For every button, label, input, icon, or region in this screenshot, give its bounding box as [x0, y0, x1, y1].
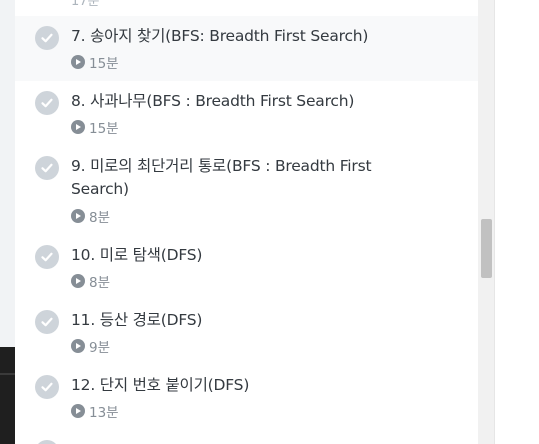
- lesson-duration: 15분: [89, 121, 119, 137]
- lesson-duration: 8분: [89, 210, 111, 226]
- lesson-meta: 9분: [71, 337, 111, 356]
- check-circle-icon: [35, 156, 59, 180]
- lesson-title: 8. 사과나무(BFS : Breadth First Search): [71, 92, 355, 110]
- lesson-meta: 15분: [71, 53, 119, 72]
- lesson-title: 7. 송아지 찾기(BFS: Breadth First Search): [71, 27, 369, 45]
- play-circle-icon: [71, 209, 85, 223]
- lesson-meta: 8분: [71, 207, 111, 226]
- lesson-duration: 8분: [89, 275, 111, 291]
- lesson-item-10[interactable]: 10. 미로 탐색(DFS) 8분: [15, 235, 478, 300]
- lesson-title: 9. 미로의 최단거리 통로(BFS : Breadth First Searc…: [71, 157, 372, 198]
- lesson-title: 11. 등산 경로(DFS): [71, 311, 203, 329]
- video-player-edge: [0, 347, 15, 444]
- check-circle-icon: [35, 440, 59, 444]
- lesson-meta: 8분: [71, 272, 111, 291]
- lesson-item-9[interactable]: 9. 미로의 최단거리 통로(BFS : Breadth First Searc…: [15, 146, 478, 235]
- lesson-title: 12. 단지 번호 붙이기(DFS): [71, 376, 250, 394]
- curriculum-list: 17분 7. 송아지 찾기(BFS: Breadth First Search)…: [15, 0, 478, 444]
- check-circle-icon: [35, 310, 59, 334]
- lesson-item-next-partial[interactable]: [15, 430, 478, 444]
- play-circle-icon: [71, 274, 85, 288]
- right-pane: [494, 0, 539, 444]
- lesson-item-7[interactable]: 7. 송아지 찾기(BFS: Breadth First Search) 15분: [15, 16, 478, 81]
- lesson-meta: 13분: [71, 402, 119, 421]
- scrollbar-thumb[interactable]: [481, 219, 492, 278]
- play-circle-icon: [71, 404, 85, 418]
- lesson-duration: 9분: [89, 340, 111, 356]
- previous-duration-label: 17분: [71, 0, 100, 9]
- lesson-meta: 15분: [71, 118, 119, 137]
- lesson-duration: 15분: [89, 56, 119, 72]
- play-circle-icon: [71, 339, 85, 353]
- check-circle-icon: [35, 245, 59, 269]
- check-circle-icon: [35, 26, 59, 50]
- lesson-item-12[interactable]: 12. 단지 번호 붙이기(DFS) 13분: [15, 365, 478, 430]
- lesson-duration: 13분: [89, 405, 119, 421]
- lesson-item-8[interactable]: 8. 사과나무(BFS : Breadth First Search) 15분: [15, 81, 478, 146]
- lesson-title: 10. 미로 탐색(DFS): [71, 246, 203, 264]
- check-circle-icon: [35, 91, 59, 115]
- play-circle-icon: [71, 55, 85, 69]
- lesson-item-11[interactable]: 11. 등산 경로(DFS) 9분: [15, 300, 478, 365]
- play-circle-icon: [71, 120, 85, 134]
- check-circle-icon: [35, 375, 59, 399]
- previous-lesson-duration: 17분: [71, 0, 100, 9]
- player-strip: [0, 373, 15, 375]
